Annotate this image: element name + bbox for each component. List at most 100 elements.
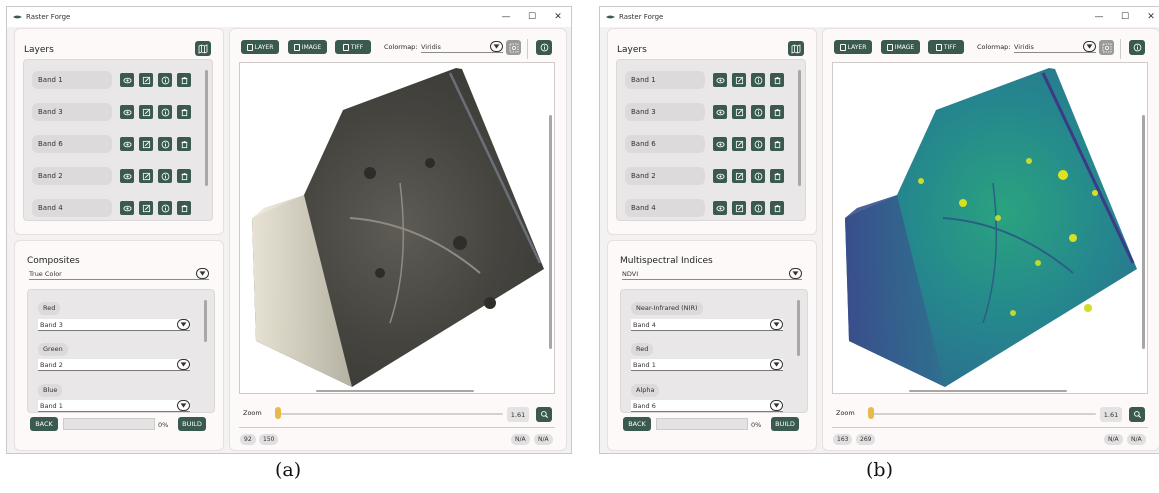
visibility-button[interactable] — [120, 137, 134, 151]
zoom-slider-thumb[interactable] — [868, 407, 874, 419]
chevron-down-icon[interactable] — [177, 359, 190, 370]
visibility-button[interactable] — [120, 73, 134, 87]
chevron-down-icon[interactable] — [1083, 41, 1096, 52]
delete-button[interactable] — [770, 105, 784, 119]
map-button[interactable] — [788, 41, 804, 56]
delete-button[interactable] — [770, 201, 784, 215]
chevron-down-icon[interactable] — [789, 268, 802, 279]
channel-select[interactable]: Band 4 — [631, 319, 783, 331]
chevron-down-icon[interactable] — [177, 319, 190, 330]
layer-name[interactable]: Band 4 — [32, 199, 112, 217]
back-button[interactable]: BACK — [30, 417, 58, 431]
layer-name[interactable]: Band 6 — [32, 135, 112, 153]
edit-button[interactable] — [732, 137, 746, 151]
visibility-button[interactable] — [713, 169, 727, 183]
image-canvas[interactable] — [239, 62, 555, 394]
delete-button[interactable] — [177, 169, 191, 183]
edit-button[interactable] — [139, 201, 153, 215]
close-button[interactable]: ✕ — [545, 12, 571, 22]
info-button[interactable] — [751, 201, 765, 215]
delete-button[interactable] — [770, 169, 784, 183]
delete-button[interactable] — [177, 201, 191, 215]
map-button[interactable] — [195, 41, 211, 56]
save-tiff-button[interactable]: TIFF — [335, 40, 371, 54]
save-layer-button[interactable]: LAYER — [834, 40, 872, 54]
save-tiff-button[interactable]: TIFF — [928, 40, 964, 54]
edit-button[interactable] — [139, 73, 153, 87]
canvas-horizontal-scrollbar[interactable] — [909, 390, 1067, 392]
edit-button[interactable] — [732, 73, 746, 87]
visibility-button[interactable] — [713, 105, 727, 119]
edit-button[interactable] — [139, 137, 153, 151]
channel-list-scrollbar[interactable] — [797, 300, 800, 356]
visibility-button[interactable] — [120, 169, 134, 183]
chevron-down-icon[interactable] — [770, 400, 783, 411]
chevron-down-icon[interactable] — [177, 400, 190, 411]
zoom-slider-thumb[interactable] — [275, 407, 281, 419]
layer-name[interactable]: Band 4 — [625, 199, 705, 217]
build-button[interactable]: BUILD — [771, 417, 799, 431]
layer-name[interactable]: Band 2 — [625, 167, 705, 185]
visibility-button[interactable] — [120, 105, 134, 119]
info-button[interactable] — [536, 40, 552, 55]
delete-button[interactable] — [770, 137, 784, 151]
info-button[interactable] — [158, 137, 172, 151]
info-button[interactable] — [751, 169, 765, 183]
zoom-search-button[interactable] — [1129, 407, 1145, 422]
info-button[interactable] — [158, 169, 172, 183]
canvas-horizontal-scrollbar[interactable] — [316, 390, 474, 392]
edit-button[interactable] — [732, 201, 746, 215]
info-button[interactable] — [1129, 40, 1145, 55]
minimize-button[interactable]: — — [493, 12, 519, 22]
info-button[interactable] — [158, 201, 172, 215]
colormap-select[interactable]: Viridis — [1014, 41, 1096, 53]
info-button[interactable] — [751, 105, 765, 119]
save-image-button[interactable]: IMAGE — [288, 40, 327, 54]
lock-colormap-button[interactable] — [1099, 40, 1114, 55]
layer-list-scrollbar[interactable] — [205, 70, 208, 186]
channel-select[interactable]: Band 1 — [38, 400, 190, 412]
delete-button[interactable] — [770, 73, 784, 87]
delete-button[interactable] — [177, 73, 191, 87]
layer-name[interactable]: Band 3 — [625, 103, 705, 121]
build-button[interactable]: BUILD — [178, 417, 206, 431]
save-layer-button[interactable]: LAYER — [241, 40, 279, 54]
close-button[interactable]: ✕ — [1138, 12, 1159, 22]
delete-button[interactable] — [177, 137, 191, 151]
back-button[interactable]: BACK — [623, 417, 651, 431]
maximize-button[interactable]: ☐ — [1112, 12, 1138, 22]
save-image-button[interactable]: IMAGE — [881, 40, 920, 54]
channel-select[interactable]: Band 2 — [38, 359, 190, 371]
info-button[interactable] — [751, 137, 765, 151]
composite-select[interactable]: True Color — [29, 268, 209, 280]
edit-button[interactable] — [139, 105, 153, 119]
visibility-button[interactable] — [713, 137, 727, 151]
channel-select[interactable]: Band 3 — [38, 319, 190, 331]
info-button[interactable] — [158, 105, 172, 119]
chevron-down-icon[interactable] — [196, 268, 209, 279]
visibility-button[interactable] — [120, 201, 134, 215]
zoom-slider-track[interactable] — [275, 413, 503, 415]
delete-button[interactable] — [177, 105, 191, 119]
info-button[interactable] — [751, 73, 765, 87]
layer-list-scrollbar[interactable] — [798, 70, 801, 186]
edit-button[interactable] — [139, 169, 153, 183]
channel-list-scrollbar[interactable] — [204, 300, 207, 342]
info-button[interactable] — [158, 73, 172, 87]
chevron-down-icon[interactable] — [770, 359, 783, 370]
canvas-vertical-scrollbar[interactable] — [1142, 115, 1145, 349]
chevron-down-icon[interactable] — [770, 319, 783, 330]
canvas-vertical-scrollbar[interactable] — [549, 115, 552, 349]
visibility-button[interactable] — [713, 201, 727, 215]
visibility-button[interactable] — [713, 73, 727, 87]
minimize-button[interactable]: — — [1086, 12, 1112, 22]
image-canvas[interactable] — [832, 62, 1148, 394]
channel-select[interactable]: Band 6 — [631, 400, 783, 412]
colormap-select[interactable]: Viridis — [421, 41, 503, 53]
edit-button[interactable] — [732, 105, 746, 119]
layer-name[interactable]: Band 2 — [32, 167, 112, 185]
chevron-down-icon[interactable] — [490, 41, 503, 52]
layer-name[interactable]: Band 1 — [32, 71, 112, 89]
layer-name[interactable]: Band 6 — [625, 135, 705, 153]
layer-name[interactable]: Band 1 — [625, 71, 705, 89]
